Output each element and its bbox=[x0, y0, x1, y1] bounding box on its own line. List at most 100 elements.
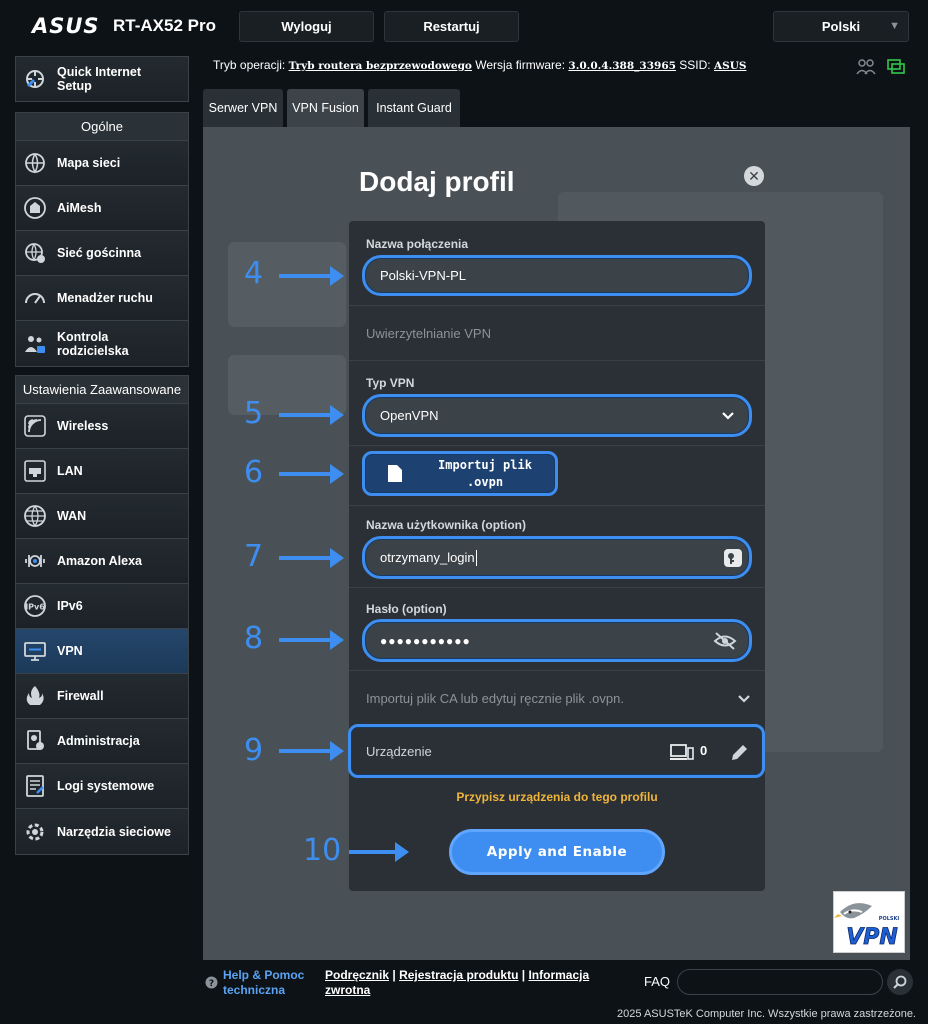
step-marker: 5 bbox=[244, 396, 264, 431]
status-line: Tryb operacji: Tryb routera bezprzewodow… bbox=[213, 58, 746, 72]
firmware-label: Wersja firmware: bbox=[475, 58, 566, 72]
sidebar-item-parental-control[interactable]: Kontrola rodzicielska bbox=[16, 321, 188, 366]
sidebar-item-wan[interactable]: WAN bbox=[16, 494, 188, 539]
import-ca-toggle[interactable]: Importuj plik CA lub edytuj ręcznie plik… bbox=[366, 691, 624, 706]
badge-small-text: POLSKI bbox=[879, 916, 900, 922]
device-count: 0 bbox=[700, 743, 708, 758]
manual-link[interactable]: Podręcznik bbox=[325, 968, 389, 982]
device-row[interactable]: Urządzenie 0 bbox=[348, 724, 765, 778]
op-mode-link[interactable]: Tryb routera bezprzewodowego bbox=[289, 60, 472, 72]
sidebar-item-label: Mapa sieci bbox=[57, 156, 121, 170]
vpn-type-label: Typ VPN bbox=[366, 376, 415, 390]
devices-icon bbox=[670, 744, 694, 760]
tab-vpn-server[interactable]: Serwer VPN bbox=[203, 89, 283, 127]
password-value: ●●●●●●●●●●● bbox=[380, 633, 471, 648]
sidebar-item-traffic-manager[interactable]: Menadżer ruchu bbox=[16, 276, 188, 321]
sidebar-item-ipv6[interactable]: IPv6 IPv6 bbox=[16, 584, 188, 629]
sidebar-item-network-map[interactable]: Mapa sieci bbox=[16, 141, 188, 186]
text-cursor bbox=[475, 549, 477, 566]
conn-name-input[interactable]: Polski-VPN-PL bbox=[362, 255, 752, 296]
sidebar-item-guest-network[interactable]: Sieć gościnna bbox=[16, 231, 188, 276]
search-button[interactable] bbox=[887, 969, 913, 995]
sidebar-item-lan[interactable]: LAN bbox=[16, 449, 188, 494]
help-support-link[interactable]: Help & Pomoc techniczna bbox=[223, 968, 304, 998]
key-icon[interactable] bbox=[723, 548, 743, 568]
username-label: Nazwa użytkownika (option) bbox=[366, 518, 527, 532]
fire-icon bbox=[22, 683, 48, 709]
badge-text: VPN bbox=[846, 925, 898, 950]
feedback-link-line2[interactable]: zwrotna bbox=[325, 983, 370, 997]
username-input[interactable]: otrzymany_login bbox=[362, 536, 752, 579]
feedback-link[interactable]: Informacja bbox=[528, 968, 589, 982]
username-value: otrzymany_login bbox=[380, 550, 475, 565]
search-icon bbox=[893, 975, 907, 989]
sidebar-item-network-tools[interactable]: Narzędzia sieciowe bbox=[16, 809, 188, 854]
conn-name-value: Polski-VPN-PL bbox=[380, 268, 466, 283]
svg-text:?: ? bbox=[209, 979, 214, 989]
sidebar-item-amazon-alexa[interactable]: Amazon Alexa bbox=[16, 539, 188, 584]
sidebar-item-firewall[interactable]: Firewall bbox=[16, 674, 188, 719]
conn-name-label: Nazwa połączenia bbox=[366, 237, 469, 251]
logout-button[interactable]: Wyloguj bbox=[239, 11, 374, 42]
step-marker: 8 bbox=[244, 621, 264, 656]
alexa-icon bbox=[22, 548, 48, 574]
password-label: Hasło (option) bbox=[366, 602, 447, 616]
ssid-link[interactable]: ASUS bbox=[714, 60, 746, 72]
vpn-auth-label: Uwierzytelnianie VPN bbox=[366, 326, 491, 341]
step-arrow bbox=[279, 741, 344, 761]
gauge-icon bbox=[22, 285, 48, 311]
sidebar-item-label: LAN bbox=[57, 464, 83, 478]
wizard-icon bbox=[22, 66, 48, 92]
divider bbox=[349, 670, 765, 671]
divider bbox=[349, 445, 765, 446]
help-line2: techniczna bbox=[223, 983, 286, 997]
assign-devices-hint: Przypisz urządzenia do tego profilu bbox=[456, 790, 658, 804]
register-link[interactable]: Rejestracja produktu bbox=[399, 968, 518, 982]
clients-icon[interactable] bbox=[856, 58, 876, 76]
advanced-header: Ustawienia Zaawansowane bbox=[16, 376, 188, 404]
sidebar-item-aimesh[interactable]: AiMesh bbox=[16, 186, 188, 231]
svg-text:IPv6: IPv6 bbox=[25, 603, 45, 612]
import-ovpn-button[interactable]: Importuj plik .ovpn bbox=[362, 451, 558, 496]
sidebar-item-quick-setup[interactable]: Quick Internet Setup bbox=[16, 57, 188, 101]
guest-network-icon bbox=[22, 240, 48, 266]
sidebar-item-label: Quick Internet Setup bbox=[57, 65, 142, 93]
sidebar-item-label: Amazon Alexa bbox=[57, 554, 142, 568]
eye-off-icon[interactable] bbox=[713, 632, 737, 650]
language-select[interactable]: Polski ▼ bbox=[773, 11, 909, 42]
edit-icon[interactable] bbox=[729, 743, 749, 763]
tab-vpn-fusion[interactable]: VPN Fusion bbox=[287, 89, 364, 127]
status-icons bbox=[856, 58, 906, 76]
chevron-down-icon[interactable] bbox=[737, 694, 751, 704]
device-label: Urządzenie bbox=[366, 743, 432, 759]
sidebar-item-wireless[interactable]: Wireless bbox=[16, 404, 188, 449]
password-input[interactable]: ●●●●●●●●●●● bbox=[362, 619, 752, 662]
sidebar-item-label: Firewall bbox=[57, 689, 104, 703]
asus-logo: ASUS bbox=[32, 14, 100, 38]
wifi-icon bbox=[22, 413, 48, 439]
firmware-link[interactable]: 3.0.0.4.388_33965 bbox=[568, 60, 676, 72]
sidebar-item-label: Narzędzia sieciowe bbox=[57, 824, 171, 839]
sidebar-item-label: Menadżer ruchu bbox=[57, 291, 153, 305]
step-marker: 7 bbox=[244, 539, 264, 574]
chevron-down-icon bbox=[722, 412, 734, 420]
chevron-down-icon: ▼ bbox=[889, 20, 900, 32]
vpn-type-select[interactable]: OpenVPN bbox=[362, 394, 752, 437]
network-status-icon[interactable] bbox=[886, 58, 906, 76]
op-mode-label: Tryb operacji: bbox=[213, 58, 286, 72]
sidebar-item-label: AiMesh bbox=[57, 201, 102, 215]
sidebar-item-vpn[interactable]: VPN bbox=[16, 629, 188, 674]
apply-enable-button[interactable]: Apply and Enable bbox=[449, 829, 665, 875]
sidebar-item-administration[interactable]: Administracja bbox=[16, 719, 188, 764]
admin-icon bbox=[22, 728, 48, 754]
restart-button[interactable]: Restartuj bbox=[384, 11, 519, 42]
modal-title: Dodaj profil bbox=[359, 166, 515, 197]
footer-links: Podręcznik | Rejestracja produktu | Info… bbox=[325, 968, 590, 997]
sidebar-item-label: Administracja bbox=[57, 734, 140, 748]
tools-icon bbox=[22, 819, 48, 845]
close-icon[interactable]: ✕ bbox=[744, 166, 764, 186]
faq-search-input[interactable] bbox=[677, 969, 883, 995]
vpn-type-value: OpenVPN bbox=[380, 408, 439, 423]
tab-instant-guard[interactable]: Instant Guard bbox=[368, 89, 460, 127]
sidebar-item-system-log[interactable]: Logi systemowe bbox=[16, 764, 188, 809]
